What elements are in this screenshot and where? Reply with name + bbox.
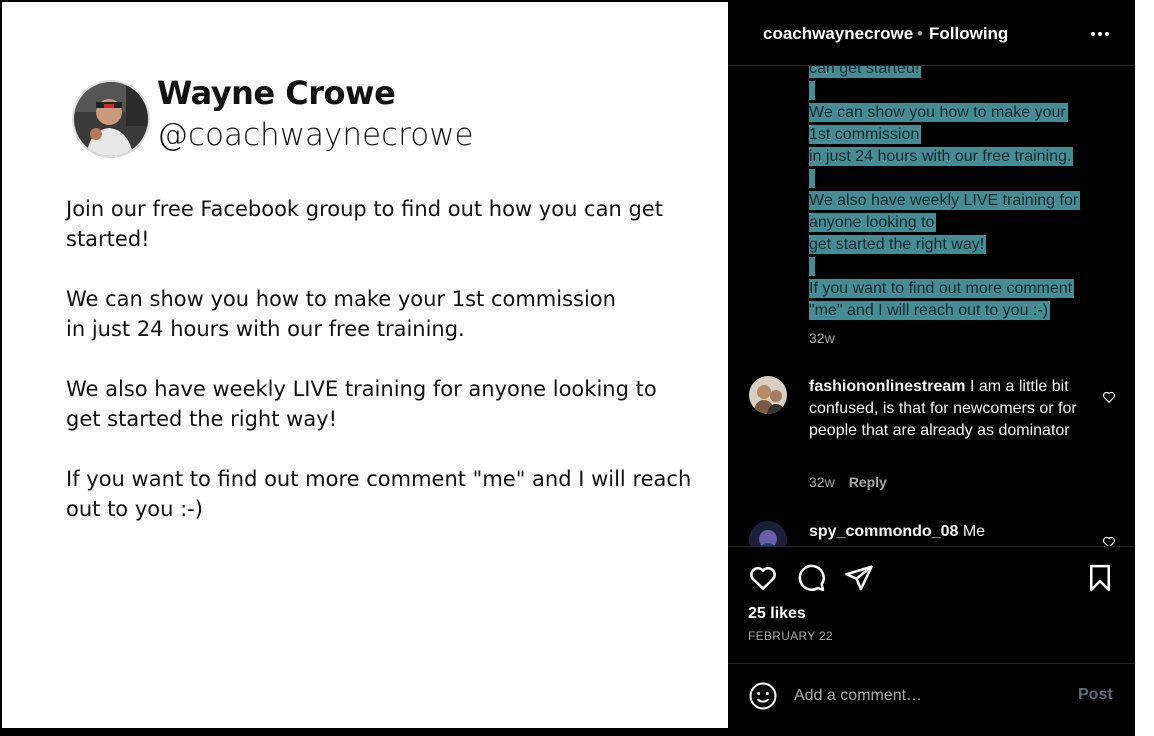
post-text: Join our free Facebook group to find out… xyxy=(66,194,706,554)
comment-content: Me xyxy=(962,523,986,540)
comment-meta: 32w Reply xyxy=(809,474,887,490)
post-actions: 25 likes FEBRUARY 22 xyxy=(728,546,1135,664)
bookmark-icon[interactable] xyxy=(1085,563,1115,593)
commenter-avatar[interactable] xyxy=(749,376,787,414)
caption-text: can get started! We can show you how to … xyxy=(809,66,1109,322)
header-separator: • xyxy=(917,24,923,43)
post-date: FEBRUARY 22 xyxy=(748,629,833,643)
caption-line: We also have weekly LIVE training for xyxy=(809,191,1081,210)
following-button[interactable]: Following xyxy=(929,24,1008,44)
caption-line xyxy=(809,257,816,276)
page-edge xyxy=(1135,0,1154,736)
post-paragraph: If you want to find out more comment "me… xyxy=(66,467,692,521)
caption-line xyxy=(809,81,816,100)
comment-like-icon[interactable] xyxy=(1102,390,1116,404)
caption-line: anyone looking to xyxy=(809,213,937,232)
comment-timestamp[interactable]: 32w xyxy=(809,474,835,490)
comments-list[interactable]: can get started! We can show you how to … xyxy=(728,66,1135,546)
header-username[interactable]: coachwaynecrowe xyxy=(763,24,913,44)
author-avatar xyxy=(72,80,150,158)
add-comment-bar: Post xyxy=(728,664,1135,728)
comment-input[interactable] xyxy=(794,684,1054,708)
commenter-avatar[interactable] xyxy=(749,521,787,546)
like-heart-icon[interactable] xyxy=(748,563,778,593)
panel-header: coachwaynecrowe • Following xyxy=(728,2,1135,66)
more-options-icon[interactable] xyxy=(1088,22,1112,46)
comment-username[interactable]: spy_commondo_08 xyxy=(809,523,958,540)
caption-line: 1st commission xyxy=(809,125,922,144)
caption-timestamp[interactable]: 32w xyxy=(809,330,835,346)
comment-text: spy_commondo_08 Me xyxy=(809,521,1079,543)
caption-line: If you want to find out more comment xyxy=(809,279,1075,298)
author-name: Wayne Crowe xyxy=(157,74,396,112)
post-paragraph: We also have weekly LIVE training for an… xyxy=(66,377,657,431)
caption-line: We can show you how to make your xyxy=(809,103,1068,122)
caption-line: get started the right way! xyxy=(809,235,987,254)
post-side-panel: coachwaynecrowe • Following can get star… xyxy=(728,2,1135,728)
share-send-icon[interactable] xyxy=(844,563,874,593)
comment-bubble-icon[interactable] xyxy=(796,563,826,593)
emoji-icon[interactable] xyxy=(748,681,778,711)
caption-line: in just 24 hours with our free training. xyxy=(809,147,1074,166)
post-comment-button[interactable]: Post xyxy=(1078,686,1113,704)
caption-line xyxy=(809,169,816,188)
comment-username[interactable]: fashiononlinestream xyxy=(809,378,965,395)
comment-text: fashiononlinestream I am a little bit co… xyxy=(809,376,1079,442)
post-image: Wayne Crowe @coachwaynecrowe Join our fr… xyxy=(2,2,728,728)
post-paragraph: Join our free Facebook group to find out… xyxy=(66,197,663,251)
caption-line: can get started! xyxy=(809,66,922,78)
author-handle: @coachwaynecrowe xyxy=(157,117,474,153)
comment-like-icon[interactable] xyxy=(1102,535,1116,546)
likes-count[interactable]: 25 likes xyxy=(748,605,806,623)
reply-button[interactable]: Reply xyxy=(849,474,887,490)
post-paragraph: We can show you how to make your 1st com… xyxy=(66,287,616,341)
caption-line: "me" and I will reach out to you :-) xyxy=(809,301,1051,320)
